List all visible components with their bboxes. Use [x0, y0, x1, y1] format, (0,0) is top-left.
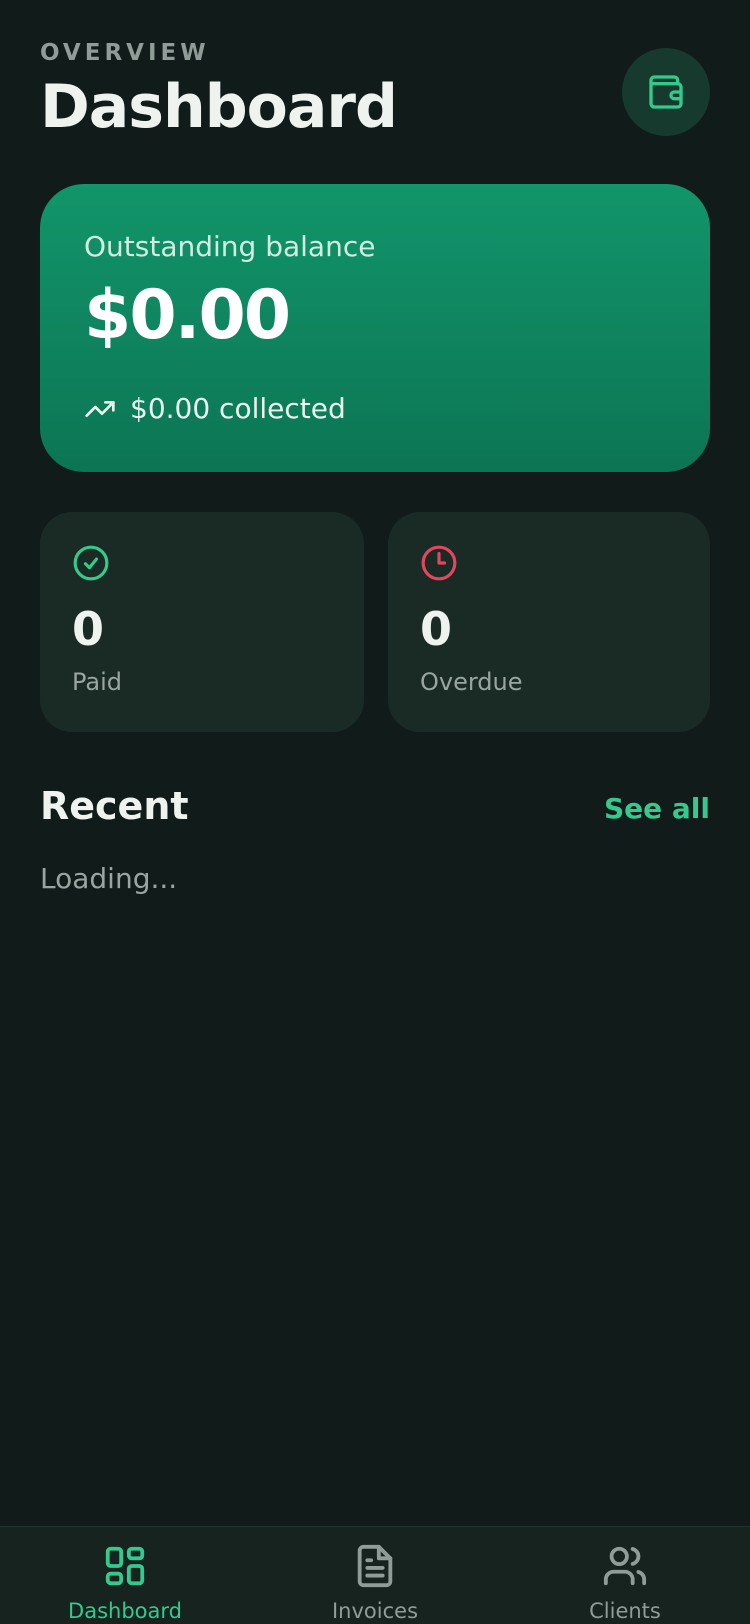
see-all-link[interactable]: See all	[604, 792, 710, 825]
section-eyebrow: OVERVIEW	[40, 40, 210, 66]
wallet-icon	[649, 75, 683, 109]
page-title: Dashboard	[40, 72, 398, 142]
tab-clients-label: Clients	[589, 1599, 661, 1623]
tab-clients[interactable]: Clients	[535, 1543, 715, 1623]
trending-up-icon	[85, 400, 115, 417]
tab-dashboard-label: Dashboard	[68, 1599, 182, 1623]
wallet-button[interactable]	[622, 48, 710, 136]
clock-icon	[421, 545, 457, 581]
overdue-count: 0	[420, 602, 453, 656]
overdue-label: Overdue	[420, 668, 523, 696]
dashboard-grid-icon	[105, 1546, 145, 1586]
users-icon	[603, 1546, 647, 1586]
collected-amount: $0.00 collected	[130, 392, 346, 425]
overdue-stat-card[interactable]: 0 Overdue	[388, 512, 710, 732]
paid-label: Paid	[72, 668, 123, 696]
balance-label: Outstanding balance	[84, 230, 376, 263]
tab-invoices[interactable]: Invoices	[285, 1543, 465, 1623]
collected-row: $0.00 collected	[84, 392, 346, 425]
balance-amount: $0.00	[84, 276, 291, 355]
paid-stat-card[interactable]: 0 Paid	[40, 512, 364, 732]
paid-count: 0	[72, 602, 105, 656]
document-icon	[357, 1544, 393, 1588]
balance-card[interactable]: Outstanding balance $0.00 $0.00 collecte…	[40, 184, 710, 472]
bottom-tab-bar: Dashboard Invoices Clients	[0, 1526, 750, 1624]
tab-invoices-label: Invoices	[331, 1599, 419, 1623]
check-circle-icon	[73, 545, 109, 581]
loading-status: Loading...	[40, 862, 178, 895]
tab-dashboard[interactable]: Dashboard	[35, 1543, 215, 1623]
recent-heading: Recent	[40, 784, 189, 828]
dashboard-screen: OVERVIEW Dashboard Outstanding balance $…	[0, 0, 750, 1624]
